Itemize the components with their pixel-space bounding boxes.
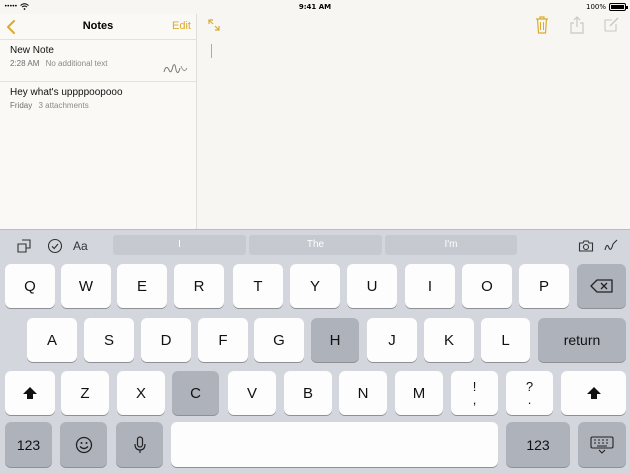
emoji-icon	[75, 436, 92, 453]
key-t[interactable]: T	[233, 264, 283, 308]
microphone-icon	[133, 435, 146, 453]
key-i[interactable]: I	[405, 264, 455, 308]
key-d[interactable]: D	[141, 318, 191, 362]
sketch-thumbnail-icon	[163, 64, 188, 74]
note-preview: No additional text	[45, 59, 108, 68]
key-e[interactable]: E	[117, 264, 167, 308]
keyboard-dismiss-icon	[590, 435, 614, 454]
space-key[interactable]	[171, 422, 498, 467]
return-key[interactable]: return	[538, 318, 626, 362]
shift-key-right[interactable]	[561, 371, 626, 415]
key-bottom-label: ,	[472, 392, 477, 407]
note-date: 2:28 AM	[10, 59, 40, 68]
key-o[interactable]: O	[462, 264, 512, 308]
shift-icon	[23, 387, 37, 399]
emoji-key[interactable]	[60, 422, 107, 467]
suggestion-3[interactable]: I'm	[385, 235, 517, 255]
key-k[interactable]: K	[424, 318, 474, 362]
key-q[interactable]: Q	[5, 264, 55, 308]
checklist-icon[interactable]	[47, 238, 63, 254]
key-h[interactable]: H	[311, 318, 359, 362]
dictation-key[interactable]	[116, 422, 163, 467]
key-z[interactable]: Z	[61, 371, 109, 415]
delete-key-icon	[589, 279, 613, 293]
note-title: Hey what's uppppoopooo	[10, 87, 123, 98]
note-meta: Friday 3 attachments	[10, 101, 196, 110]
note-title: New Note	[10, 45, 54, 56]
key-b[interactable]: B	[284, 371, 332, 415]
sketch-icon[interactable]	[603, 238, 619, 254]
note-date: Friday	[10, 101, 33, 110]
note-list-item[interactable]: Hey what's uppppoopooo Friday 3 attachme…	[0, 82, 196, 124]
key-bottom-label: .	[527, 392, 532, 407]
key-x[interactable]: X	[117, 371, 165, 415]
suggestion-2[interactable]: The	[249, 235, 382, 255]
battery-percent: 100%	[585, 3, 606, 11]
hide-keyboard-key[interactable]	[578, 422, 626, 467]
key-l[interactable]: L	[481, 318, 530, 362]
key-exclamation-comma[interactable]: ! ,	[451, 371, 498, 415]
shift-key-left[interactable]	[5, 371, 55, 415]
key-v[interactable]: V	[228, 371, 276, 415]
status-bar: ••••• 9:41 AM 100%	[0, 0, 630, 14]
key-r[interactable]: R	[174, 264, 224, 308]
suggestion-1[interactable]: I	[113, 235, 246, 255]
key-u[interactable]: U	[347, 264, 397, 308]
camera-icon[interactable]	[578, 238, 594, 254]
numbers-key-left[interactable]: 123	[5, 422, 52, 467]
delete-key[interactable]	[577, 264, 626, 308]
key-j[interactable]: J	[367, 318, 417, 362]
status-right: 100%	[585, 3, 628, 11]
trash-icon[interactable]	[535, 16, 549, 34]
key-m[interactable]: M	[395, 371, 443, 415]
battery-icon	[609, 3, 628, 11]
key-a[interactable]: A	[27, 318, 77, 362]
key-c[interactable]: C	[172, 371, 219, 415]
shift-icon	[586, 387, 601, 399]
note-preview: 3 attachments	[38, 101, 89, 110]
edit-button[interactable]: Edit	[172, 20, 191, 32]
sidebar-title: Notes	[82, 20, 114, 32]
notes-sidebar: Notes Edit New Note 2:28 AM No additiona…	[0, 14, 197, 229]
key-n[interactable]: N	[339, 371, 387, 415]
expand-icon[interactable]	[208, 19, 220, 31]
sidebar-nav-bar: Notes Edit	[0, 14, 196, 40]
text-cursor	[211, 44, 212, 58]
key-y[interactable]: Y	[290, 264, 340, 308]
key-g[interactable]: G	[254, 318, 304, 362]
compose-icon[interactable]	[604, 16, 620, 32]
key-f[interactable]: F	[198, 318, 248, 362]
key-w[interactable]: W	[61, 264, 111, 308]
key-p[interactable]: P	[519, 264, 569, 308]
share-icon[interactable]	[570, 16, 584, 34]
key-s[interactable]: S	[84, 318, 134, 362]
numbers-key-right[interactable]: 123	[506, 422, 570, 467]
key-question-period[interactable]: ? .	[506, 371, 553, 415]
shortcut-bar: Aa I The I'm	[0, 230, 630, 260]
status-time: 9:41 AM	[298, 3, 332, 11]
keyboard: Aa I The I'm Q W E R T Y U I O P A S D F…	[0, 229, 630, 473]
format-button[interactable]: Aa	[73, 239, 88, 253]
table-icon[interactable]	[16, 238, 32, 254]
note-editor[interactable]	[198, 14, 630, 229]
